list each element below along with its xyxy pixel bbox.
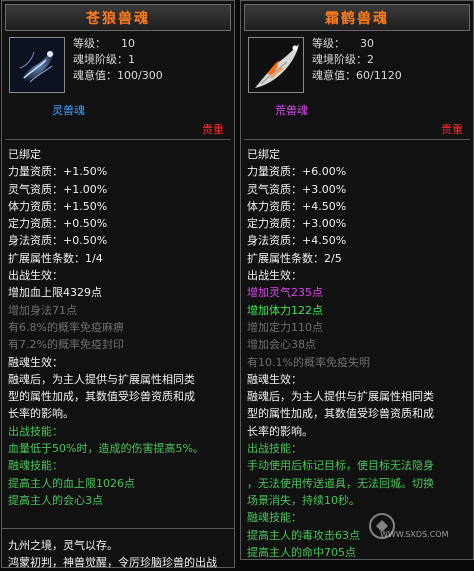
- property-line: 血量低于50%时，造成的伤害提高5%。: [8, 442, 204, 456]
- property-line: 扩展属性条数：2/5: [247, 251, 342, 265]
- item-stats: 等级： 30 魂境阶级：2 魂意值：60/1120: [312, 37, 402, 82]
- property-line: 增加灵气235点: [247, 286, 323, 300]
- property-line: 手动使用后标记目标，使目标无法隐身: [247, 459, 434, 473]
- description-line: 鸿蒙初判，神兽觉醒，令厉珍脑珍兽的出战: [8, 556, 217, 569]
- property-line: 扩展属性条数：1/4: [8, 251, 103, 265]
- property-line: 定力资质：+0.50%: [8, 217, 108, 231]
- property-line: 增加体力122点: [247, 303, 323, 317]
- property-line: 有10.1%的概率免疫失明: [247, 355, 370, 369]
- property-line: 力量资质：+1.50%: [8, 165, 108, 179]
- crane-soul-icon: [248, 37, 304, 93]
- will-value: 60/1120: [356, 69, 402, 82]
- tooltip-title-bar: 苍狼兽魂: [5, 4, 231, 31]
- property-line: ，无法使用传送道具，无法回城。切换: [247, 476, 434, 490]
- property-line: 提高主人的会心3点: [8, 493, 103, 507]
- property-line: 已绑定: [8, 148, 41, 161]
- property-line: 灵气资质：+3.00%: [247, 182, 347, 196]
- property-line: 已绑定: [247, 148, 280, 161]
- property-line: 融魂后，为主人提供与扩展属性相同类: [8, 372, 195, 386]
- wolf-soul-icon: [9, 37, 65, 93]
- property-list: 已绑定力量资质：+1.50% 灵气资质：+1.00% 体力资质：+1.50% 定力资质…: [2, 140, 234, 509]
- property-line: 体力资质：+1.50%: [8, 199, 108, 213]
- partial-tooltip-bottom: 九州之境，灵气以存。鸿蒙初判，神兽觉醒，令厉珍脑珍兽的出战: [1, 528, 235, 569]
- property-line: 增加身法71点: [8, 303, 77, 317]
- property-line: 融魂技能：: [8, 459, 63, 473]
- property-line: 身法资质：+0.50%: [8, 234, 108, 248]
- property-line: 出战生效：: [247, 269, 302, 283]
- item-title: 苍狼兽魂: [86, 10, 150, 27]
- property-line: 增加定力110点: [247, 320, 323, 334]
- property-line: 出战生效：: [8, 269, 63, 283]
- property-line: 身法资质：+4.50%: [247, 234, 347, 248]
- property-line: 出战技能：: [8, 424, 63, 438]
- item-stats: 等级： 10 魂境阶级：1 魂意值：100/300: [73, 37, 163, 82]
- tooltip-title-bar: 霜鹤兽魂: [244, 4, 470, 31]
- soul-tooltip-right: 霜鹤兽魂 等级： 30 魂境阶级：2 魂意值：60/1120 荒兽魂 贵重 已绑定…: [240, 0, 474, 560]
- property-line: 有6.8%的概率免疫麻痹: [8, 320, 124, 334]
- property-line: 融魂生效：: [8, 355, 63, 369]
- property-line: 定力资质：+3.00%: [247, 217, 347, 231]
- property-line: 提高主人的血上限1026点: [8, 476, 135, 490]
- property-line: 增加血上限4329点: [8, 286, 102, 300]
- will-value: 100/300: [117, 69, 163, 82]
- property-line: 融魂后，为主人提供与扩展属性相同类: [247, 390, 434, 404]
- property-line: 型的属性加成，其数值受珍兽资质和成: [247, 407, 434, 421]
- property-line: 长率的影响。: [8, 407, 74, 421]
- precious-tag: 贵重: [441, 123, 463, 136]
- soul-tooltip-left: 苍狼兽魂 等级： 10 魂境阶级：1 魂意值：100/300 灵兽魂 贵重 已绑…: [1, 0, 235, 560]
- property-line: 灵气资质：+1.00%: [8, 182, 108, 196]
- stage-value: 1: [128, 53, 135, 66]
- stage-value: 2: [367, 53, 374, 66]
- property-line: 融魂生效：: [247, 372, 302, 386]
- soul-type: 灵兽魂: [52, 104, 85, 117]
- level-value: 30: [360, 37, 374, 50]
- property-line: 体力资质：+4.50%: [247, 199, 347, 213]
- property-line: 力量资质：+6.00%: [247, 165, 347, 179]
- property-line: 增加会心38点: [247, 338, 316, 352]
- soul-type: 荒兽魂: [275, 104, 308, 117]
- property-line: 出战技能：: [247, 442, 302, 456]
- precious-tag: 贵重: [202, 123, 224, 136]
- property-line: 有7.2%的概率免疫封印: [8, 338, 124, 352]
- property-list: 已绑定力量资质：+6.00% 灵气资质：+3.00% 体力资质：+4.50% 定力资质…: [241, 140, 473, 559]
- watermark-url: WWW.SXDS.COM: [380, 530, 449, 539]
- item-title: 霜鹤兽魂: [325, 10, 389, 27]
- property-line: 长率的影响。: [247, 424, 313, 438]
- description-line: 九州之境，灵气以存。: [8, 539, 118, 552]
- property-line: 型的属性加成，其数值受珍兽资质和成: [8, 390, 195, 404]
- level-value: 10: [121, 37, 135, 50]
